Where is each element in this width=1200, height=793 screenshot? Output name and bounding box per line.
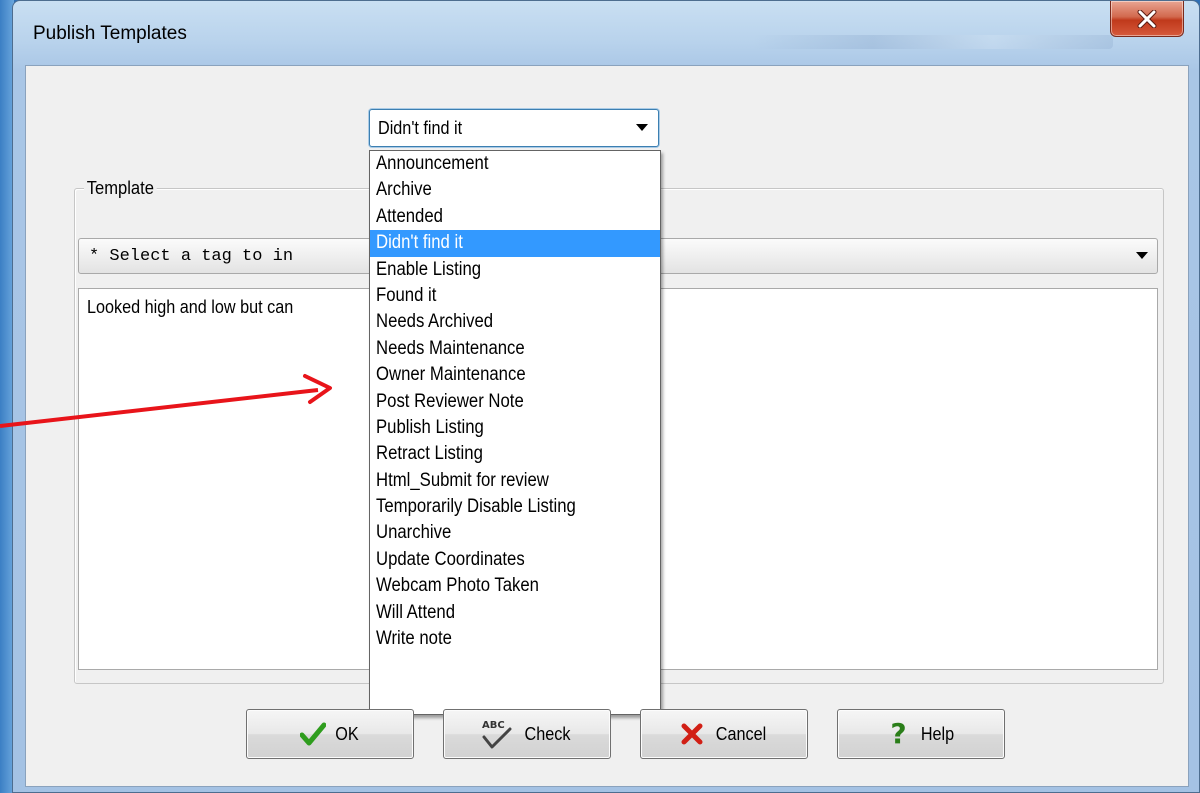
dialog-client-area: Didn't find it Template * Select a tag t… — [25, 65, 1189, 787]
dropdown-item[interactable]: Found it — [370, 283, 660, 309]
window-title: Publish Templates — [33, 23, 187, 44]
dropdown-item-label: Needs Maintenance — [376, 337, 525, 359]
dropdown-item[interactable]: Post Reviewer Note — [370, 389, 660, 415]
dropdown-item-label: Publish Listing — [376, 416, 484, 438]
cancel-x-icon — [679, 721, 705, 747]
dropdown-item-label: Needs Archived — [376, 311, 494, 333]
publish-templates-dialog: Publish Templates Didn't find it Templat… — [12, 0, 1200, 793]
ok-button[interactable]: OK — [246, 709, 414, 759]
insert-tag-select-text: * Select a tag to in — [89, 247, 294, 266]
dropdown-item[interactable]: Unarchive — [370, 520, 660, 546]
ok-button-label: OK — [335, 723, 359, 744]
dropdown-item-label: Announcement — [376, 153, 489, 174]
dropdown-item[interactable]: Webcam Photo Taken — [370, 573, 660, 599]
dropdown-item[interactable]: Temporarily Disable Listing — [370, 494, 660, 520]
dropdown-item[interactable]: Needs Archived — [370, 309, 660, 335]
dropdown-item-label: Retract Listing — [376, 443, 483, 465]
cancel-button-label: Cancel — [715, 723, 767, 744]
dropdown-item[interactable]: Didn't find it — [370, 230, 660, 257]
template-group-label: Template — [84, 178, 157, 199]
dropdown-item[interactable]: Attended — [370, 204, 660, 230]
dropdown-item[interactable]: Update Coordinates — [370, 547, 660, 573]
tag-combo-value: Didn't find it — [378, 118, 463, 138]
spellcheck-icon: ABC — [480, 717, 514, 751]
close-icon — [1137, 9, 1157, 28]
dropdown-item[interactable]: Will Attend — [370, 600, 660, 626]
dropdown-item-label: Archive — [376, 179, 432, 201]
dropdown-item-label: Attended — [376, 205, 443, 227]
dropdown-item-label: Unarchive — [376, 522, 452, 544]
dropdown-item-label: Update Coordinates — [376, 548, 525, 570]
dropdown-item-label: Webcam Photo Taken — [376, 575, 539, 597]
dropdown-item-label: Owner Maintenance — [376, 364, 526, 386]
dropdown-item[interactable]: Publish Listing — [370, 415, 660, 441]
dropdown-item[interactable]: Owner Maintenance — [370, 362, 660, 388]
dropdown-item[interactable]: Needs Maintenance — [370, 336, 660, 362]
dropdown-arrow-icon[interactable] — [630, 114, 654, 142]
dropdown-item-label: Temporarily Disable Listing — [376, 496, 576, 518]
help-button-label: Help — [921, 723, 955, 744]
dropdown-item[interactable]: Retract Listing — [370, 441, 660, 467]
title-bar-background-text — [753, 35, 1113, 49]
dropdown-item[interactable]: Enable Listing — [370, 257, 660, 283]
dropdown-arrow-icon[interactable] — [1133, 247, 1151, 265]
dropdown-item-label: Didn't find it — [376, 232, 463, 254]
dropdown-item-label: Found it — [376, 284, 437, 306]
dropdown-item[interactable]: Html_Submit for review — [370, 468, 660, 494]
dropdown-item[interactable]: Archive — [370, 177, 660, 203]
cancel-button[interactable]: Cancel — [640, 709, 808, 759]
check-mark-icon — [299, 721, 326, 747]
dropdown-item-label: Html_Submit for review — [376, 469, 549, 491]
tag-dropdown-list[interactable]: Announcement Archive Attended Didn't find i… — [369, 150, 661, 715]
spellcheck-icon-text: ABC — [482, 720, 505, 731]
dropdown-item-label: Will Attend — [376, 601, 455, 623]
close-button[interactable] — [1110, 1, 1184, 37]
dropdown-item-label: Post Reviewer Note — [376, 390, 524, 412]
check-button[interactable]: ABC Check — [443, 709, 611, 759]
dropdown-item-label: Write note — [376, 628, 452, 650]
help-button[interactable]: ? Help — [837, 709, 1005, 759]
tag-combo-box[interactable]: Didn't find it — [369, 109, 659, 147]
dropdown-item[interactable]: Write note — [370, 626, 660, 652]
dropdown-item[interactable]: Announcement — [370, 151, 660, 177]
template-body-text: Looked high and low but can — [87, 297, 294, 317]
help-question-icon: ? — [890, 717, 907, 750]
check-button-label: Check — [525, 723, 571, 744]
dropdown-item-label: Enable Listing — [376, 258, 482, 280]
